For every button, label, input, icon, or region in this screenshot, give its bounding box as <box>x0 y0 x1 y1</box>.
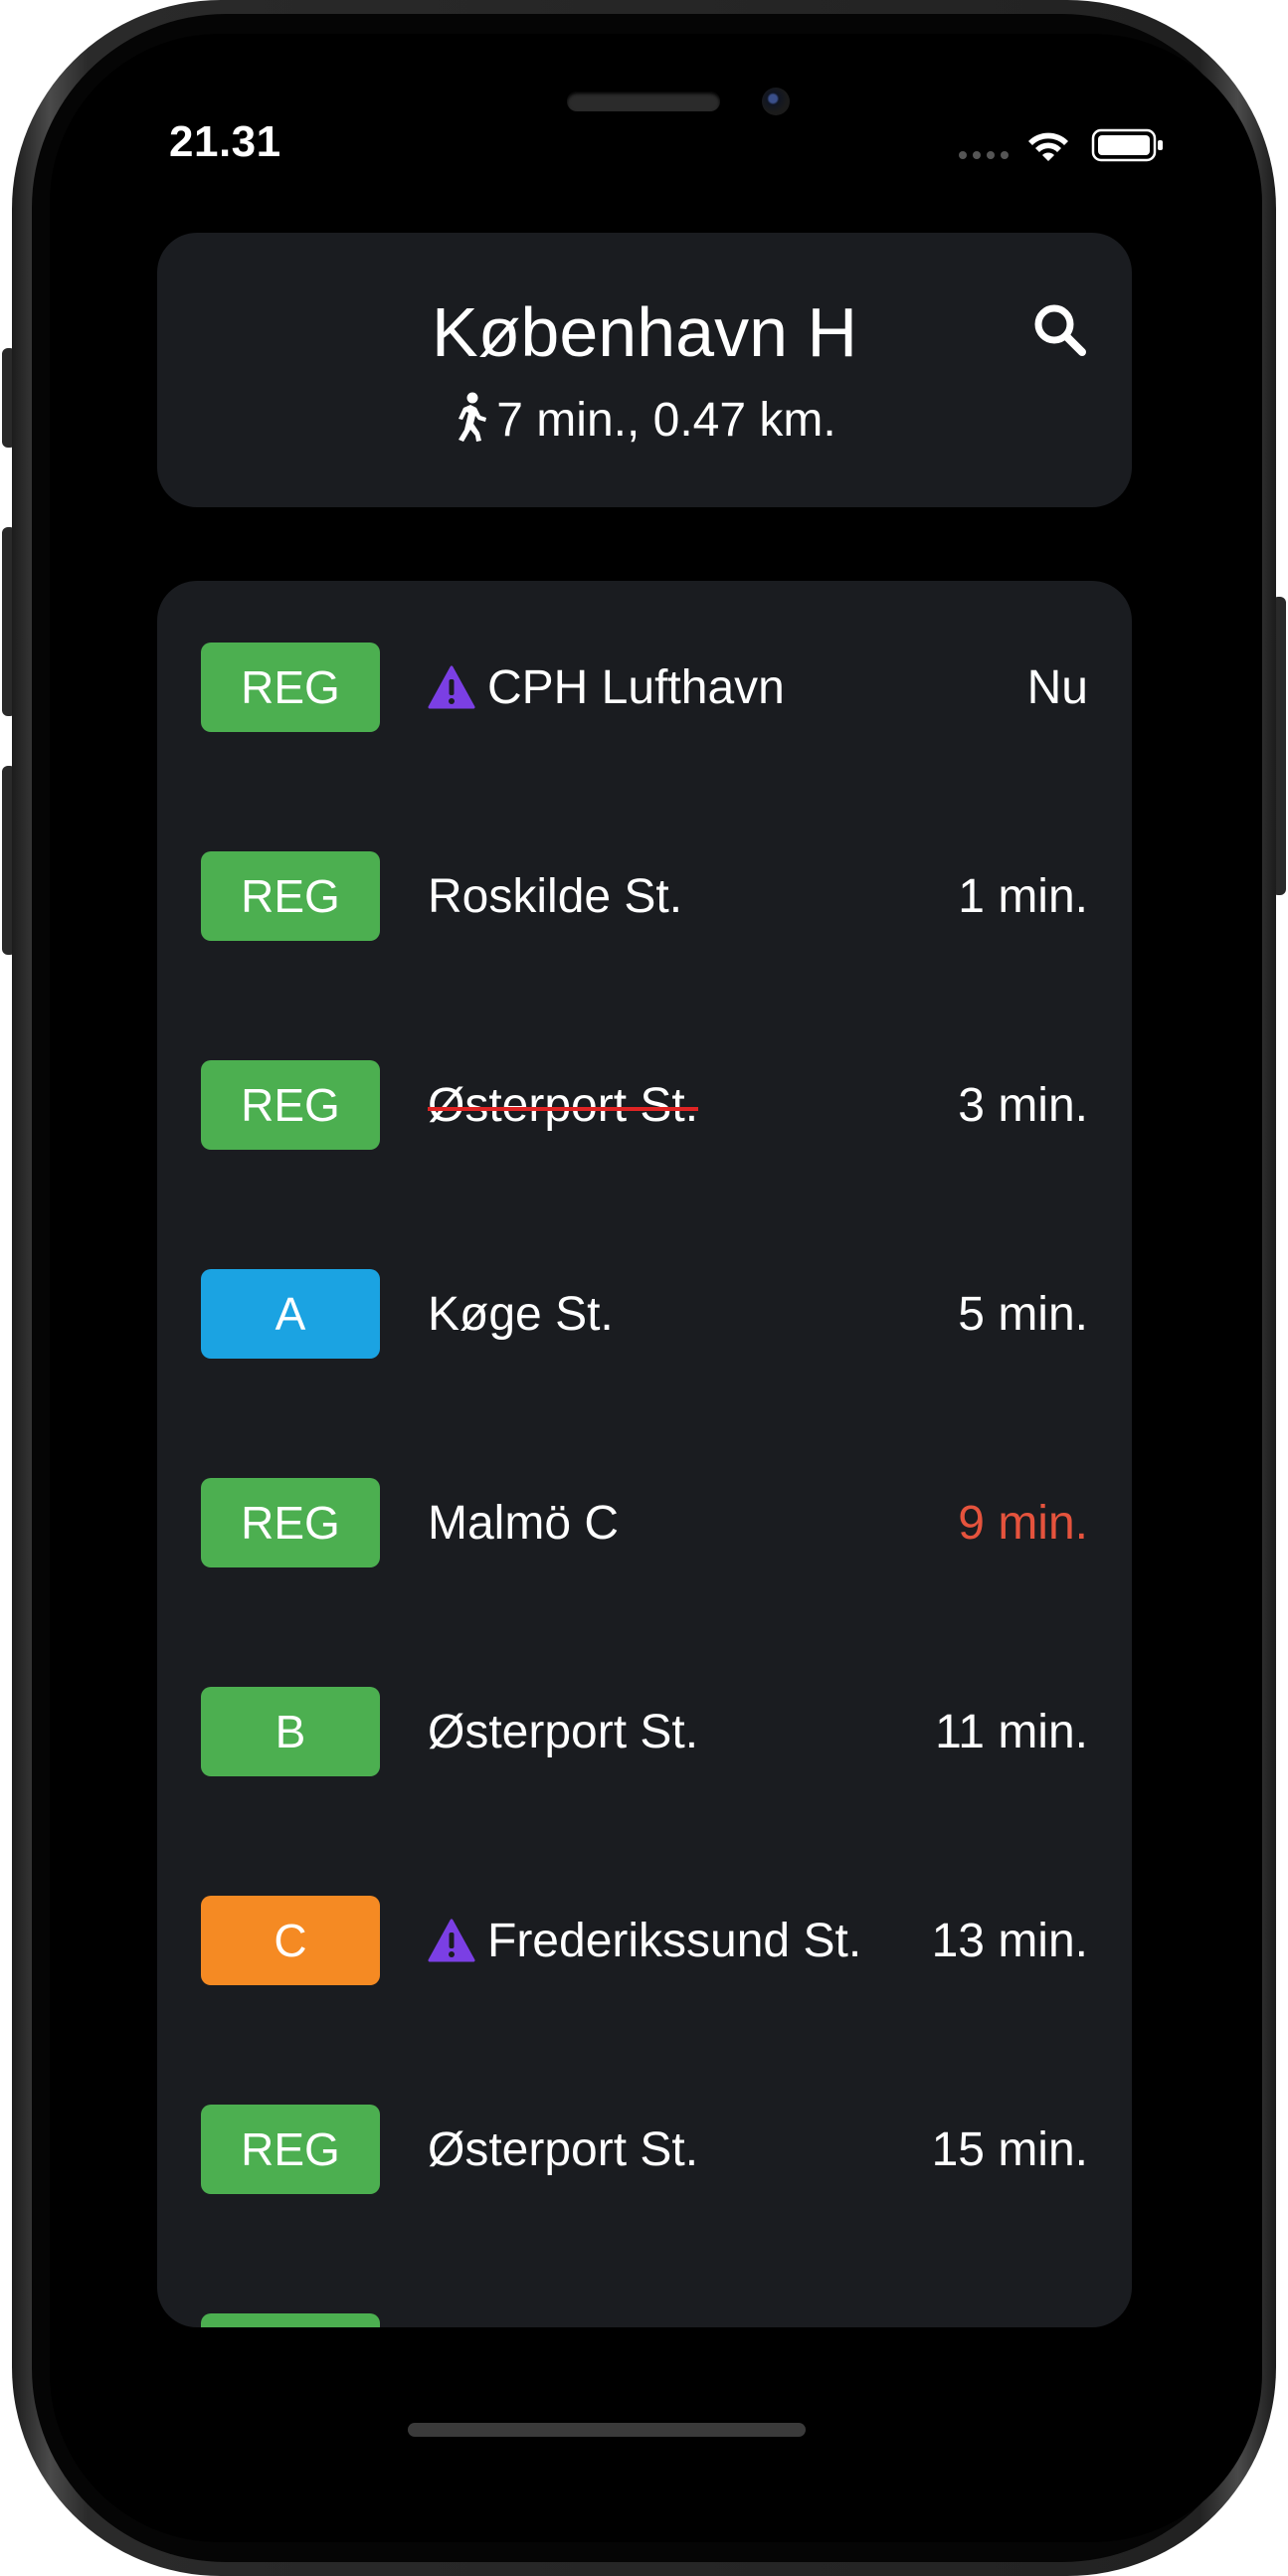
line-badge: REG <box>201 2105 380 2194</box>
departure-row[interactable]: REG Roskilde St. 1 min. <box>157 831 1132 961</box>
search-icon <box>1034 304 1086 356</box>
destination: Køge St. <box>428 1249 614 1379</box>
departure-row[interactable]: C Frederikssund St. 13 min. <box>157 1876 1132 2005</box>
destination-label: Østerport St. <box>428 2122 699 2176</box>
status-time: 21.31 <box>169 117 281 166</box>
destination-label: Roskilde St. <box>428 869 683 923</box>
battery-icon <box>1091 128 1163 162</box>
line-badge: REG <box>201 1478 380 1567</box>
destination-label: CPH Lufthavn <box>487 660 785 714</box>
destination: Østerport St. <box>428 1667 698 1796</box>
departure-row[interactable]: REG Malmö C 9 min. <box>157 1458 1132 1587</box>
home-indicator[interactable] <box>408 2423 806 2437</box>
departure-eta: 1 min. <box>958 869 1088 923</box>
departure-eta: 15 min. <box>931 2122 1088 2176</box>
line-badge: A <box>201 1269 380 1359</box>
destination: Østerport St. <box>428 1040 699 1170</box>
destination-label: Østerport St. <box>428 1078 699 1132</box>
destination: Roskilde St. <box>428 831 682 961</box>
departure-row[interactable] <box>157 2294 1132 2327</box>
departure-eta: 11 min. <box>935 1705 1088 1758</box>
departure-eta: 13 min. <box>931 1914 1088 1967</box>
departure-row[interactable]: B Østerport St. 11 min. <box>157 1667 1132 1796</box>
departures-list: REG CPH Lufthavn Nu REG Roskilde St. 1 min. RE… <box>157 581 1132 2327</box>
destination-label: Køge St. <box>428 1287 614 1341</box>
warning-triangle-icon <box>428 665 475 709</box>
station-title: København H <box>431 293 858 371</box>
destination: CPH Lufthavn <box>428 623 785 752</box>
search-button[interactable] <box>1028 298 1092 362</box>
station-header-card: København H 7 min., 0.47 km. <box>157 233 1132 507</box>
warning-triangle-icon <box>428 1919 475 1962</box>
departure-eta: 5 min. <box>958 1287 1088 1341</box>
line-badge: REG <box>201 643 380 732</box>
signal-icon <box>959 151 1009 159</box>
destination-label: Frederikssund St. <box>487 1914 862 1967</box>
speaker-grille <box>567 92 720 111</box>
departure-row[interactable]: A Køge St. 5 min. <box>157 1249 1132 1379</box>
departure-eta: 3 min. <box>958 1078 1088 1132</box>
destination: Østerport St. <box>428 2085 698 2214</box>
walk-info-text: 7 min., 0.47 km. <box>496 394 836 447</box>
destination: Malmö C <box>428 1458 619 1587</box>
walking-person-icon <box>459 392 487 442</box>
wifi-icon <box>1028 132 1068 161</box>
line-badge: B <box>201 1687 380 1776</box>
departure-row[interactable]: REG CPH Lufthavn Nu <box>157 623 1132 752</box>
status-icons <box>957 125 1166 165</box>
departure-eta: Nu <box>1026 660 1088 714</box>
front-camera <box>762 88 790 115</box>
walk-info: 7 min., 0.47 km. <box>157 392 1132 448</box>
destination-label: Østerport St. <box>428 1705 699 1758</box>
departure-row[interactable]: REG Østerport St. 3 min. <box>157 1040 1132 1170</box>
destination: Frederikssund St. <box>428 1876 861 2005</box>
line-badge: C <box>201 1896 380 1985</box>
line-badge: REG <box>201 851 380 941</box>
departure-eta: 9 min. <box>958 1496 1088 1550</box>
destination-label: Malmö C <box>428 1496 620 1550</box>
line-badge: REG <box>201 1060 380 1150</box>
departure-row[interactable]: REG Østerport St. 15 min. <box>157 2085 1132 2214</box>
line-badge <box>201 2313 380 2327</box>
